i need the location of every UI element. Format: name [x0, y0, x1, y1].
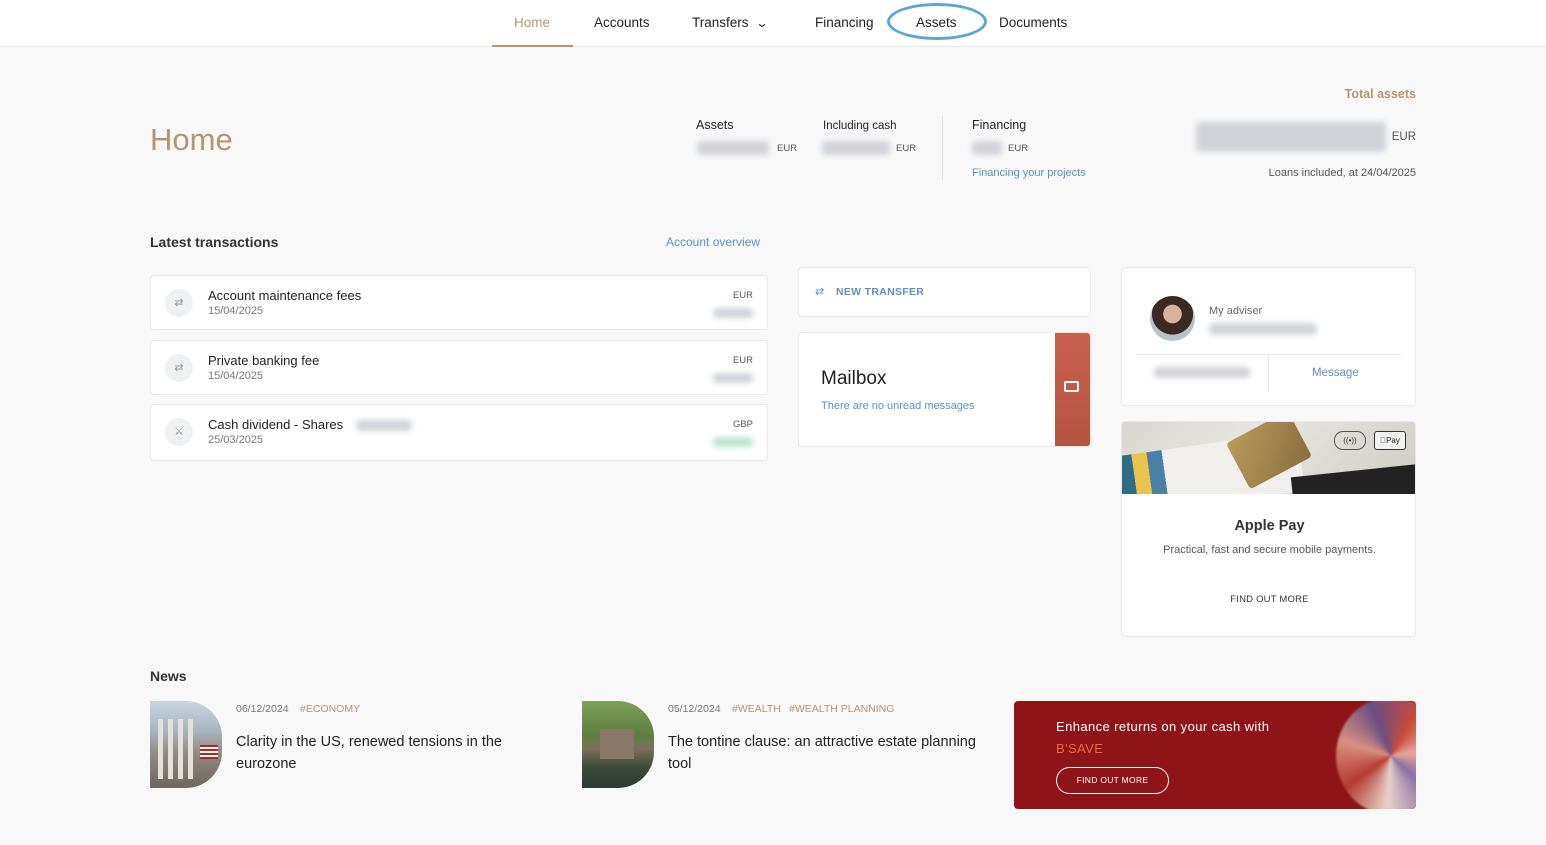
mailbox-title: Mailbox [821, 368, 887, 389]
transfer-icon: ⇄ [165, 289, 193, 317]
nav-financing[interactable]: Financing [815, 0, 874, 46]
transaction-title: Account maintenance fees [208, 288, 362, 303]
envelope-icon [1064, 381, 1079, 392]
transactions-title: Latest transactions [150, 234, 279, 250]
contactless-icon: ((•)) [1334, 431, 1366, 450]
nav-documents[interactable]: Documents [999, 0, 1067, 46]
mailbox-status: There are no unread messages [821, 400, 975, 412]
terminal-image [1290, 462, 1415, 494]
share-name-hidden [356, 420, 412, 431]
news-image-capitol[interactable] [150, 701, 222, 788]
transaction-currency: EUR [732, 355, 753, 366]
chevron-down-icon: ⌄ [755, 16, 769, 30]
transaction-date: 15/04/2025 [208, 370, 264, 382]
bsave-banner[interactable]: Enhance returns on your cash with B'SAVE… [1014, 701, 1416, 809]
financing-label: Financing [972, 118, 1027, 132]
banner-text-main: Enhance returns on your cash with [1056, 719, 1270, 734]
news-tag[interactable]: #WEALTH PLANNING [789, 703, 894, 715]
assets-label: Assets [696, 118, 734, 132]
news-date: 05/12/2024 [668, 703, 721, 715]
transaction-amount-hidden [713, 437, 753, 447]
adviser-message-link[interactable]: Message [1312, 367, 1359, 379]
news-headline[interactable]: Clarity in the US, renewed tensions in t… [236, 731, 546, 775]
assets-value-hidden [697, 141, 769, 155]
cash-label: Including cash [823, 120, 897, 132]
assets-highlight-ring [887, 3, 987, 40]
nav-home[interactable]: Home [514, 0, 550, 46]
total-assets-label: Total assets [1344, 87, 1416, 101]
adviser-card: My adviser Message [1121, 267, 1416, 406]
transaction-title-text: Cash dividend - Shares [208, 417, 344, 432]
cash-currency: EUR [896, 143, 917, 154]
transaction-row[interactable]: ⇄ Private banking fee 15/04/2025 EUR [150, 340, 768, 395]
transaction-amount-hidden [713, 373, 753, 383]
apple-pay-badge: Pay [1374, 431, 1406, 450]
apple-pay-card: ((•)) Pay Apple Pay Practical, fast and… [1121, 421, 1416, 637]
flag-icon [200, 745, 218, 759]
nav-transfers-label: Transfers [692, 15, 749, 30]
transaction-date: 15/04/2025 [208, 305, 264, 317]
total-note: Loans included, at 24/04/2025 [1268, 167, 1416, 179]
financing-value-hidden [972, 141, 1002, 155]
adviser-divider [1136, 354, 1401, 355]
assets-currency: EUR [777, 143, 798, 154]
news-image-house[interactable] [582, 701, 654, 788]
nav-accounts[interactable]: Accounts [594, 0, 650, 46]
transaction-title: Cash dividend - Shares [208, 417, 343, 432]
banner-artwork [1336, 701, 1416, 809]
news-tag[interactable]: #WEALTH [732, 703, 781, 715]
summary-divider [942, 116, 943, 180]
transaction-title: Private banking fee [208, 353, 320, 368]
financing-projects-link[interactable]: Financing your projects [972, 167, 1086, 179]
news-title: News [150, 668, 187, 684]
adviser-label: My adviser [1209, 305, 1263, 317]
banner-find-out-more-button[interactable]: FIND OUT MORE [1056, 767, 1169, 794]
transaction-currency: GBP [732, 419, 753, 430]
apple-pay-image: ((•)) Pay [1122, 422, 1415, 494]
transaction-currency: EUR [732, 290, 753, 301]
transfer-icon: ⇄ [165, 354, 193, 382]
adviser-name-hidden [1209, 323, 1317, 335]
mailbox-card[interactable]: Mailbox There are no unread messages [798, 332, 1091, 447]
news-date: 06/12/2024 [236, 703, 289, 715]
transaction-date: 25/03/2025 [208, 434, 264, 446]
new-transfer-label: NEW TRANSFER [836, 286, 925, 298]
apple-pay-title: Apple Pay [1234, 518, 1305, 534]
account-overview-link[interactable]: Account overview [666, 235, 760, 249]
banner-text-highlight: B'SAVE [1056, 741, 1104, 756]
transfer-icon: ⇄ [815, 286, 825, 298]
cash-value-hidden [822, 141, 890, 155]
new-transfer-button[interactable]: ⇄ NEW TRANSFER [798, 267, 1091, 317]
adviser-phone-hidden [1154, 367, 1250, 378]
mailbox-side-panel[interactable] [1055, 333, 1090, 446]
nav-transfers[interactable]: Transfers ⌄ [692, 0, 769, 46]
page-title: Home [150, 122, 233, 157]
total-currency: EUR [1391, 131, 1416, 143]
adviser-avatar [1150, 296, 1195, 341]
apple-pay-subtitle: Practical, fast and secure mobile paymen… [1163, 544, 1376, 556]
news-tag[interactable]: #ECONOMY [300, 703, 360, 715]
adviser-vertical-divider [1268, 356, 1269, 392]
total-assets-value-hidden [1196, 122, 1386, 152]
transaction-row[interactable]: ⇄ Account maintenance fees 15/04/2025 EU… [150, 275, 768, 330]
top-navigation [0, 0, 1546, 47]
bank-icon: ⚔ [165, 418, 193, 446]
news-headline[interactable]: The tontine clause: an attractive estate… [668, 731, 978, 775]
financing-currency: EUR [1008, 143, 1029, 154]
banner-text: Enhance returns on your cash with B'SAVE [1056, 716, 1316, 760]
transaction-row[interactable]: ⚔ Cash dividend - Shares 25/03/2025 GBP [150, 404, 768, 461]
apple-pay-find-out-more[interactable]: FIND OUT MORE [1122, 594, 1415, 605]
nav-active-indicator [492, 45, 573, 47]
transaction-amount-hidden [713, 308, 753, 318]
